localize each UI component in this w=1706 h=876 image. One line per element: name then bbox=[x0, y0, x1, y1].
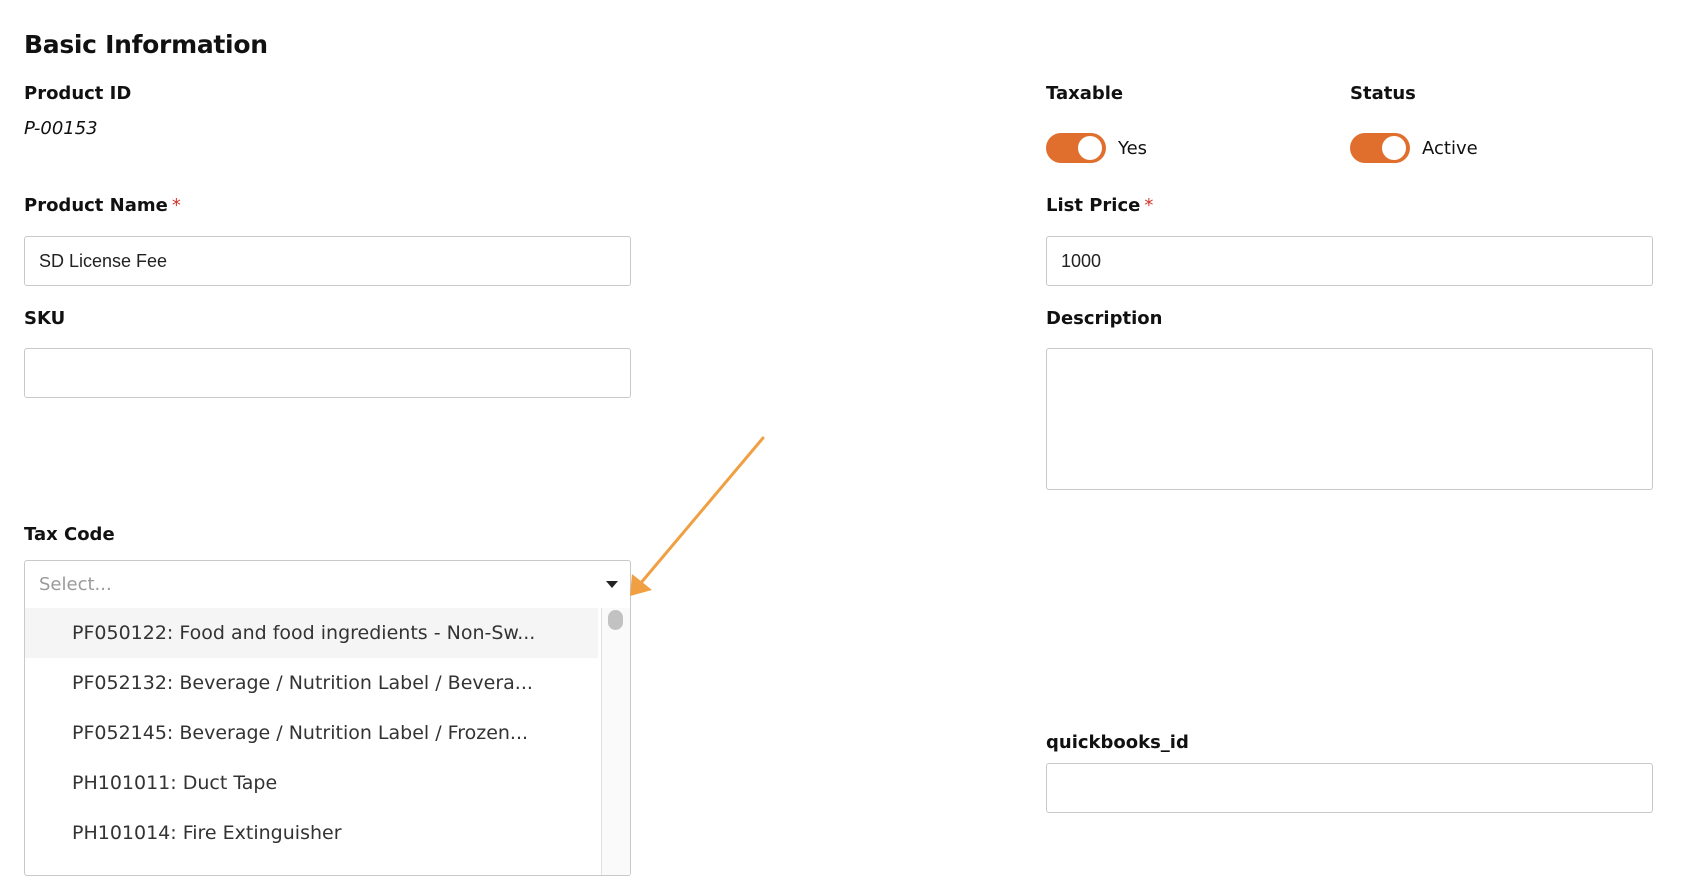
toggle-knob bbox=[1078, 136, 1102, 160]
quickbooks-id-input[interactable] bbox=[1046, 763, 1653, 813]
dropdown-option[interactable]: PF052132: Beverage / Nutrition Label / B… bbox=[25, 658, 598, 708]
taxable-label: Taxable bbox=[1046, 83, 1124, 104]
product-name-label-text: Product Name bbox=[24, 195, 168, 216]
list-price-input[interactable]: 1000 bbox=[1046, 236, 1653, 286]
required-mark: * bbox=[171, 195, 181, 216]
product-name-input-value: SD License Fee bbox=[39, 250, 168, 271]
caret-down-icon[interactable] bbox=[606, 581, 618, 588]
quickbooks-id-label: quickbooks_id bbox=[1046, 732, 1189, 753]
dropdown-option[interactable]: PH101011: Duct Tape bbox=[25, 758, 598, 808]
tax-code-label: Tax Code bbox=[24, 524, 115, 545]
status-toggle[interactable] bbox=[1350, 133, 1410, 163]
dropdown-options: PF050122: Food and food ingredients - No… bbox=[25, 608, 598, 858]
description-label: Description bbox=[1046, 308, 1163, 329]
status-label: Status bbox=[1350, 83, 1416, 104]
list-price-label-text: List Price bbox=[1046, 195, 1141, 216]
status-toggle-group: Active bbox=[1350, 133, 1478, 163]
product-name-input[interactable]: SD License Fee bbox=[24, 236, 631, 286]
tax-code-dropdown: PF050122: Food and food ingredients - No… bbox=[24, 608, 631, 876]
taxable-state-text: Yes bbox=[1118, 137, 1148, 159]
required-mark: * bbox=[1144, 195, 1154, 216]
product-id-value: P-00153 bbox=[24, 118, 98, 139]
list-price-input-value: 1000 bbox=[1061, 250, 1102, 271]
taxable-toggle[interactable] bbox=[1046, 133, 1106, 163]
list-price-label: List Price * bbox=[1046, 195, 1153, 216]
toggle-knob bbox=[1382, 136, 1406, 160]
dropdown-option[interactable]: PF050122: Food and food ingredients - No… bbox=[25, 608, 598, 658]
dropdown-option[interactable]: PF052145: Beverage / Nutrition Label / F… bbox=[25, 708, 598, 758]
dropdown-scrollbar[interactable] bbox=[601, 608, 630, 875]
product-id-label: Product ID bbox=[24, 83, 132, 104]
section-title: Basic Information bbox=[24, 30, 268, 59]
description-textarea[interactable] bbox=[1046, 348, 1653, 490]
status-state-text: Active bbox=[1422, 137, 1478, 159]
sku-label: SKU bbox=[24, 308, 66, 329]
scrollbar-thumb[interactable] bbox=[608, 610, 623, 630]
taxable-toggle-group: Yes bbox=[1046, 133, 1147, 163]
tax-code-placeholder: Select... bbox=[39, 574, 112, 595]
sku-input[interactable] bbox=[24, 348, 631, 398]
tax-code-select[interactable]: Select... bbox=[24, 560, 631, 609]
dropdown-option[interactable]: PH101014: Fire Extinguisher bbox=[25, 808, 598, 858]
product-name-label: Product Name * bbox=[24, 195, 181, 216]
